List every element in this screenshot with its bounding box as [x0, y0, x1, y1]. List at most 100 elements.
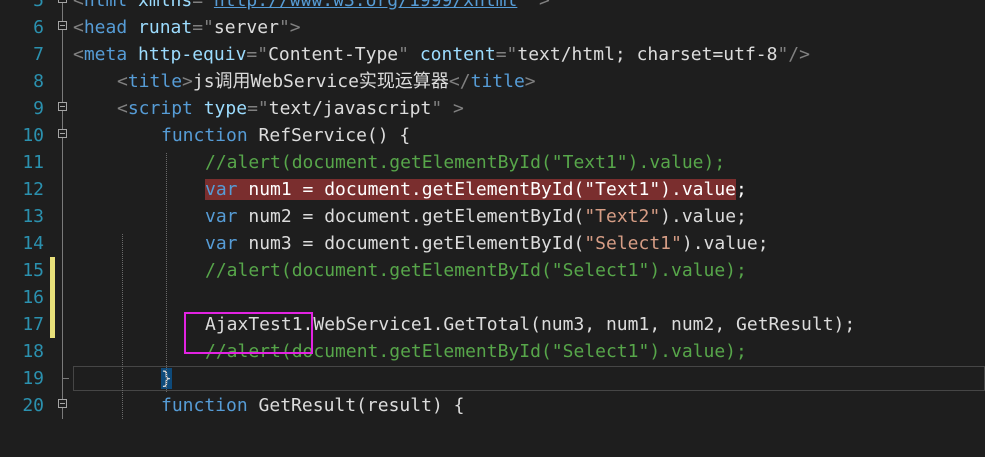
line-number: 17	[22, 314, 44, 335]
code-line[interactable]: 17 AjaxTest1.WebService1.GetTotal(num3, n…	[0, 311, 985, 338]
code-token: ="	[192, 17, 214, 38]
annotation-highlight-box	[184, 312, 313, 354]
change-marker	[50, 311, 55, 338]
code-token: function	[161, 395, 259, 416]
line-number: 10	[22, 125, 44, 146]
code-token: ="	[495, 44, 518, 65]
code-line[interactable]: 13 var num2 = document.getElementById("Te…	[0, 203, 985, 230]
code-token: " >	[517, 0, 550, 11]
code-text[interactable]: var num3 = document.getElementById("Sele…	[205, 230, 769, 257]
fold-collapse-icon[interactable]	[58, 399, 67, 408]
fold-guide	[62, 68, 63, 95]
code-text[interactable]: <html xmlns="http://www.w3.org/1999/xhtm…	[73, 0, 550, 14]
code-token: ).value;	[681, 233, 769, 254]
code-token: title	[470, 71, 525, 92]
code-token: server	[213, 17, 279, 38]
code-token: <	[117, 71, 128, 92]
code-line[interactable]: 11 //alert(document.getElementById("Text1…	[0, 149, 985, 176]
code-line[interactable]: 9 <script type="text/javascript" >	[0, 95, 985, 122]
code-token: ).value;	[660, 206, 747, 227]
code-editor[interactable]: 5 <html xmlns="http://www.w3.org/1999/xht…	[0, 0, 985, 457]
code-line[interactable]: 18//alert(document.getElementById("Selec…	[0, 338, 985, 365]
fold-guide	[62, 3, 63, 14]
code-token: js调用WebService实现运算器	[192, 71, 449, 92]
code-line[interactable]: 12 var num1 = document.getElementById("Te…	[0, 176, 985, 203]
change-marker	[50, 257, 55, 284]
code-token: ="	[246, 44, 269, 65]
code-line[interactable]: 16	[0, 284, 985, 311]
code-token: Content-Type	[268, 44, 399, 65]
code-token: "	[398, 44, 420, 65]
code-token: var	[205, 179, 249, 200]
line-number: 6	[33, 17, 44, 38]
breakpoint-highlight: var num1 = document.getElementById("Text…	[205, 179, 737, 200]
fold-guide	[62, 311, 63, 338]
fold-guide	[62, 408, 63, 419]
code-token: GetResult(result) {	[258, 395, 465, 416]
code-token: " >	[431, 98, 464, 119]
code-comment: //alert(document.getElementById("Select1…	[205, 260, 747, 281]
code-line[interactable]: 5 <html xmlns="http://www.w3.org/1999/xht…	[0, 0, 985, 14]
fold-guide	[62, 30, 63, 41]
code-text[interactable]: function GetResult(result) {	[161, 392, 464, 419]
code-line[interactable]: 6 <head runat="server">	[0, 14, 985, 41]
code-token: >	[182, 71, 193, 92]
line-number: 19	[22, 368, 44, 389]
code-token: RefService() {	[258, 125, 411, 146]
line-number: 15	[22, 260, 44, 281]
code-token: text/html; charset=utf-8	[517, 44, 778, 65]
code-text[interactable]: var num1 = document.getElementById("Text…	[205, 176, 747, 203]
fold-guide	[62, 138, 63, 149]
code-token: head	[83, 17, 139, 38]
code-token: </	[448, 71, 471, 92]
code-token: text/javascript	[268, 98, 432, 119]
code-line[interactable]: 7 <meta http-equiv="Content-Type" content…	[0, 41, 985, 68]
code-line[interactable]: 15 //alert(document.getElementById("Selec…	[0, 257, 985, 284]
code-token: content	[419, 44, 496, 65]
change-marker	[50, 284, 55, 311]
code-text[interactable]: function RefService() {	[161, 122, 410, 149]
code-token: script	[127, 98, 204, 119]
code-token: ="	[192, 0, 214, 11]
fold-collapse-icon[interactable]	[58, 21, 67, 30]
line-number: 18	[22, 341, 44, 362]
code-token: http://www.w3.org/1999/xhtml	[213, 0, 518, 11]
fold-collapse-icon[interactable]	[58, 102, 67, 111]
code-token: title	[127, 71, 183, 92]
code-text[interactable]: //alert(document.getElementById("Text1")…	[205, 149, 725, 176]
line-number: 7	[33, 44, 44, 65]
code-line[interactable]: 14 var num3 = document.getElementById("Se…	[0, 230, 985, 257]
fold-collapse-icon[interactable]	[58, 129, 67, 138]
code-text[interactable]: <meta http-equiv="Content-Type" content=…	[73, 41, 810, 68]
code-token: runat	[138, 17, 193, 38]
line-number: 13	[22, 206, 44, 227]
current-line-highlight	[73, 366, 985, 391]
code-token: <	[73, 17, 84, 38]
code-token: var	[205, 233, 249, 254]
code-text[interactable]: <script type="text/javascript" >	[117, 95, 464, 122]
code-line[interactable]: 19}	[0, 365, 985, 392]
code-text[interactable]: //alert(document.getElementById("Select1…	[205, 257, 747, 284]
fold-guide	[62, 203, 63, 230]
code-token: function	[161, 125, 259, 146]
fold-guide	[62, 392, 63, 399]
line-number: 11	[22, 152, 44, 173]
code-text[interactable]: <head runat="server">	[73, 14, 301, 41]
indent-guide	[166, 153, 167, 392]
code-token: num2 = document.getElementById(	[248, 206, 585, 227]
code-line[interactable]: 20 function GetResult(result) {	[0, 392, 985, 419]
line-number: 12	[22, 179, 44, 200]
code-token: "/>	[777, 44, 810, 65]
code-line[interactable]: 10 function RefService() {	[0, 122, 985, 149]
code-text[interactable]: <title>js调用WebService实现运算器</title>	[117, 68, 536, 95]
line-number: 16	[22, 287, 44, 308]
code-comment: //alert(document.getElementById("Text1")…	[205, 152, 726, 173]
fold-guide	[62, 14, 63, 21]
code-text[interactable]: var num2 = document.getElementById("Text…	[205, 203, 747, 230]
fold-guide	[62, 95, 63, 102]
fold-guide	[62, 257, 63, 284]
code-line[interactable]: 8 <title>js调用WebService实现运算器</title>	[0, 68, 985, 95]
code-token: http-equiv	[138, 44, 247, 65]
code-token: ="	[247, 98, 269, 119]
code-token: "Select1"	[584, 233, 682, 254]
